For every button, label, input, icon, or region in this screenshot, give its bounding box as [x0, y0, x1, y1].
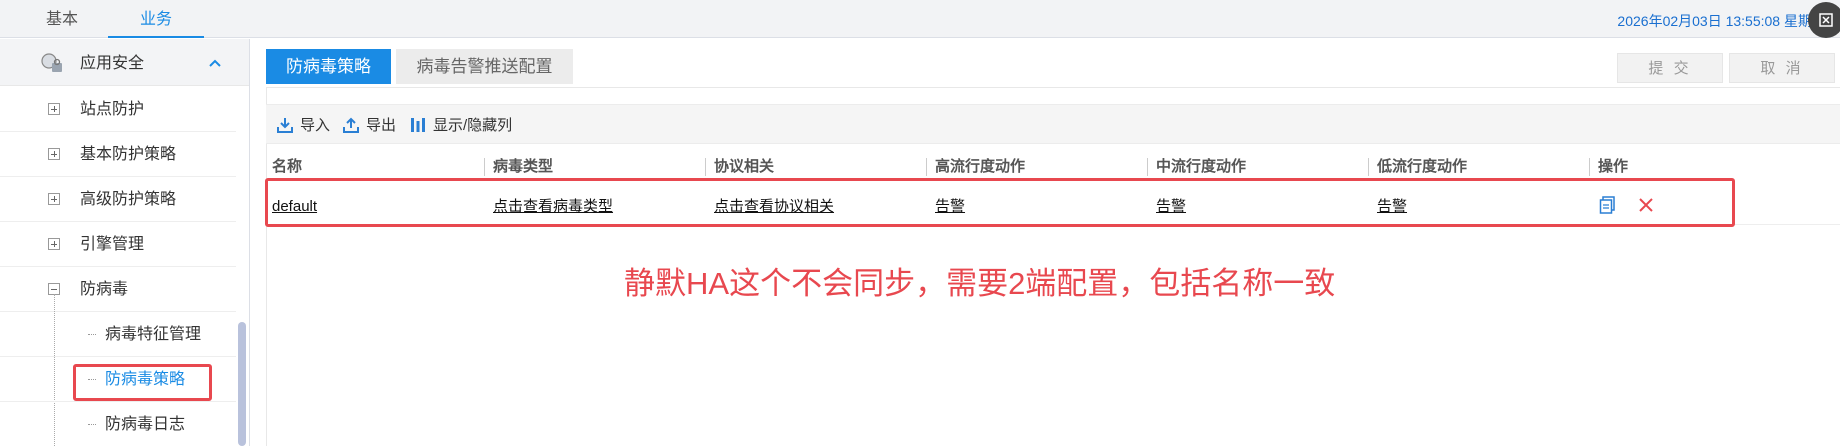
col-divider: [484, 158, 485, 176]
table-header: 名称 病毒类型 协议相关 高流行度动作 中流行度动作 低流行度动作 操作: [266, 156, 1840, 180]
col-header-virus-type: 病毒类型: [493, 158, 554, 175]
export-button[interactable]: 导出: [342, 105, 402, 145]
submit-button[interactable]: 提 交: [1617, 53, 1723, 83]
datetime-display: 2026年02月03日 13:55:08 星期: [1617, 13, 1812, 29]
expand-plus-icon[interactable]: [48, 103, 60, 115]
col-header-operations: 操作: [1598, 158, 1629, 175]
sidebar-item-antivirus[interactable]: 防病毒: [0, 267, 236, 312]
app-security-icon: [40, 52, 64, 74]
sidebar-item-label: 防病毒: [80, 281, 129, 298]
sidebar-item-label: 高级防护策略: [80, 191, 177, 208]
expand-plus-icon[interactable]: [48, 148, 60, 160]
tree-dash: [88, 334, 96, 335]
export-label: 导出: [366, 117, 397, 134]
sidebar-item-label: 站点防护: [80, 101, 145, 118]
sidebar-section-label: 应用安全: [80, 55, 145, 72]
import-label: 导入: [300, 117, 331, 134]
sidebar-item-advanced-protection-policy[interactable]: 高级防护策略: [0, 177, 236, 222]
table-toolbar: 导入 导出 显示/隐藏列: [266, 104, 1840, 144]
sidebar-item-basic-protection-policy[interactable]: 基本防护策略: [0, 132, 236, 177]
col-divider: [1368, 158, 1369, 176]
col-divider: [1589, 158, 1590, 176]
top-nav-bar: 基本 业务 2026年02月03日 13:55:08 星期: [0, 0, 1840, 38]
sidebar-highlight-box: [73, 364, 212, 401]
sidebar-subitem-antivirus-log[interactable]: 防病毒日志: [0, 402, 236, 446]
col-header-high-prevalence-action: 高流行度动作: [935, 158, 1026, 175]
tab-virus-alert-push-config[interactable]: 病毒告警推送配置: [396, 49, 573, 84]
fullscreen-exit-icon[interactable]: [1808, 2, 1840, 38]
col-header-name: 名称: [272, 158, 303, 175]
col-header-protocol: 协议相关: [714, 158, 775, 175]
row-highlight-box: [265, 178, 1735, 227]
col-divider: [1147, 158, 1148, 176]
sidebar-scrollbar[interactable]: [238, 322, 246, 446]
sidebar-item-label: 引擎管理: [80, 236, 145, 253]
sidebar-subitem-virus-signature-management[interactable]: 病毒特征管理: [0, 312, 236, 357]
cancel-button[interactable]: 取 消: [1729, 53, 1835, 83]
col-divider: [705, 158, 706, 176]
col-divider: [926, 158, 927, 176]
sidebar-item-engine-management[interactable]: 引擎管理: [0, 222, 236, 267]
sidebar-item-label: 基本防护策略: [80, 146, 177, 163]
chevron-up-icon[interactable]: [208, 56, 222, 70]
sidebar-subitem-label: 防病毒日志: [105, 416, 186, 433]
top-tab-basic[interactable]: 基本: [38, 0, 86, 38]
expand-plus-icon[interactable]: [48, 238, 60, 250]
sidebar-item-site-protection[interactable]: 站点防护: [0, 87, 236, 132]
col-header-mid-prevalence-action: 中流行度动作: [1156, 158, 1247, 175]
expand-plus-icon[interactable]: [48, 193, 60, 205]
tab-antivirus-policy[interactable]: 防病毒策略: [266, 49, 391, 84]
col-header-low-prevalence-action: 低流行度动作: [1377, 158, 1468, 175]
import-icon: [277, 118, 293, 133]
sidebar-subitem-label: 病毒特征管理: [105, 326, 202, 343]
sidebar-section-app-security[interactable]: 应用安全: [0, 39, 249, 86]
toggle-columns-button[interactable]: 显示/隐藏列: [409, 105, 519, 145]
annotation-note: 静默HA这个不会同步，需要2端配置，包括名称一致: [624, 266, 1336, 301]
export-icon: [343, 117, 359, 133]
top-tab-business[interactable]: 业务: [108, 0, 204, 38]
toggle-columns-label: 显示/隐藏列: [433, 117, 513, 134]
import-button[interactable]: 导入: [276, 105, 336, 145]
columns-icon: [411, 118, 425, 132]
tree-dash: [88, 424, 96, 425]
